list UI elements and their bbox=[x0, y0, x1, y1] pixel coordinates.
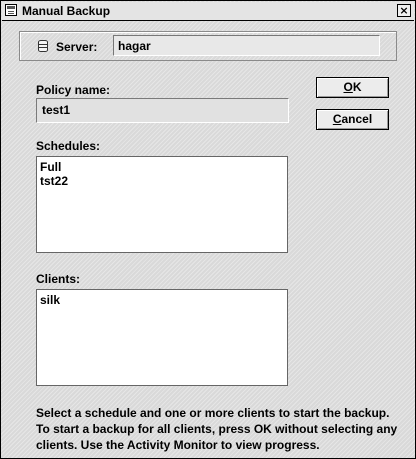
policy-name-field[interactable]: test1 bbox=[36, 98, 289, 123]
list-item[interactable]: tst22 bbox=[40, 174, 284, 188]
ok-button[interactable]: OK bbox=[316, 77, 389, 98]
help-text: Select a schedule and one or more client… bbox=[36, 406, 398, 452]
server-panel: Server: hagar bbox=[19, 31, 397, 61]
window-menu-icon[interactable] bbox=[5, 4, 17, 16]
list-item[interactable]: Full bbox=[40, 160, 284, 174]
window-title: Manual Backup bbox=[22, 4, 111, 18]
server-field: hagar bbox=[113, 35, 380, 56]
clients-label: Clients: bbox=[36, 272, 81, 286]
cancel-button[interactable]: Cancel bbox=[316, 109, 389, 130]
server-label: Server: bbox=[56, 40, 98, 54]
manual-backup-dialog: Manual Backup × Server: hagar Policy nam… bbox=[0, 0, 416, 459]
title-bar[interactable]: Manual Backup × bbox=[2, 2, 414, 21]
close-button[interactable]: × bbox=[397, 4, 411, 17]
clients-list[interactable]: silk bbox=[36, 289, 288, 386]
schedules-label: Schedules: bbox=[36, 139, 101, 153]
list-item[interactable]: silk bbox=[40, 293, 284, 307]
schedules-list[interactable]: Full tst22 bbox=[36, 156, 288, 253]
database-icon bbox=[38, 40, 48, 52]
policy-name-label: Policy name: bbox=[36, 83, 111, 97]
